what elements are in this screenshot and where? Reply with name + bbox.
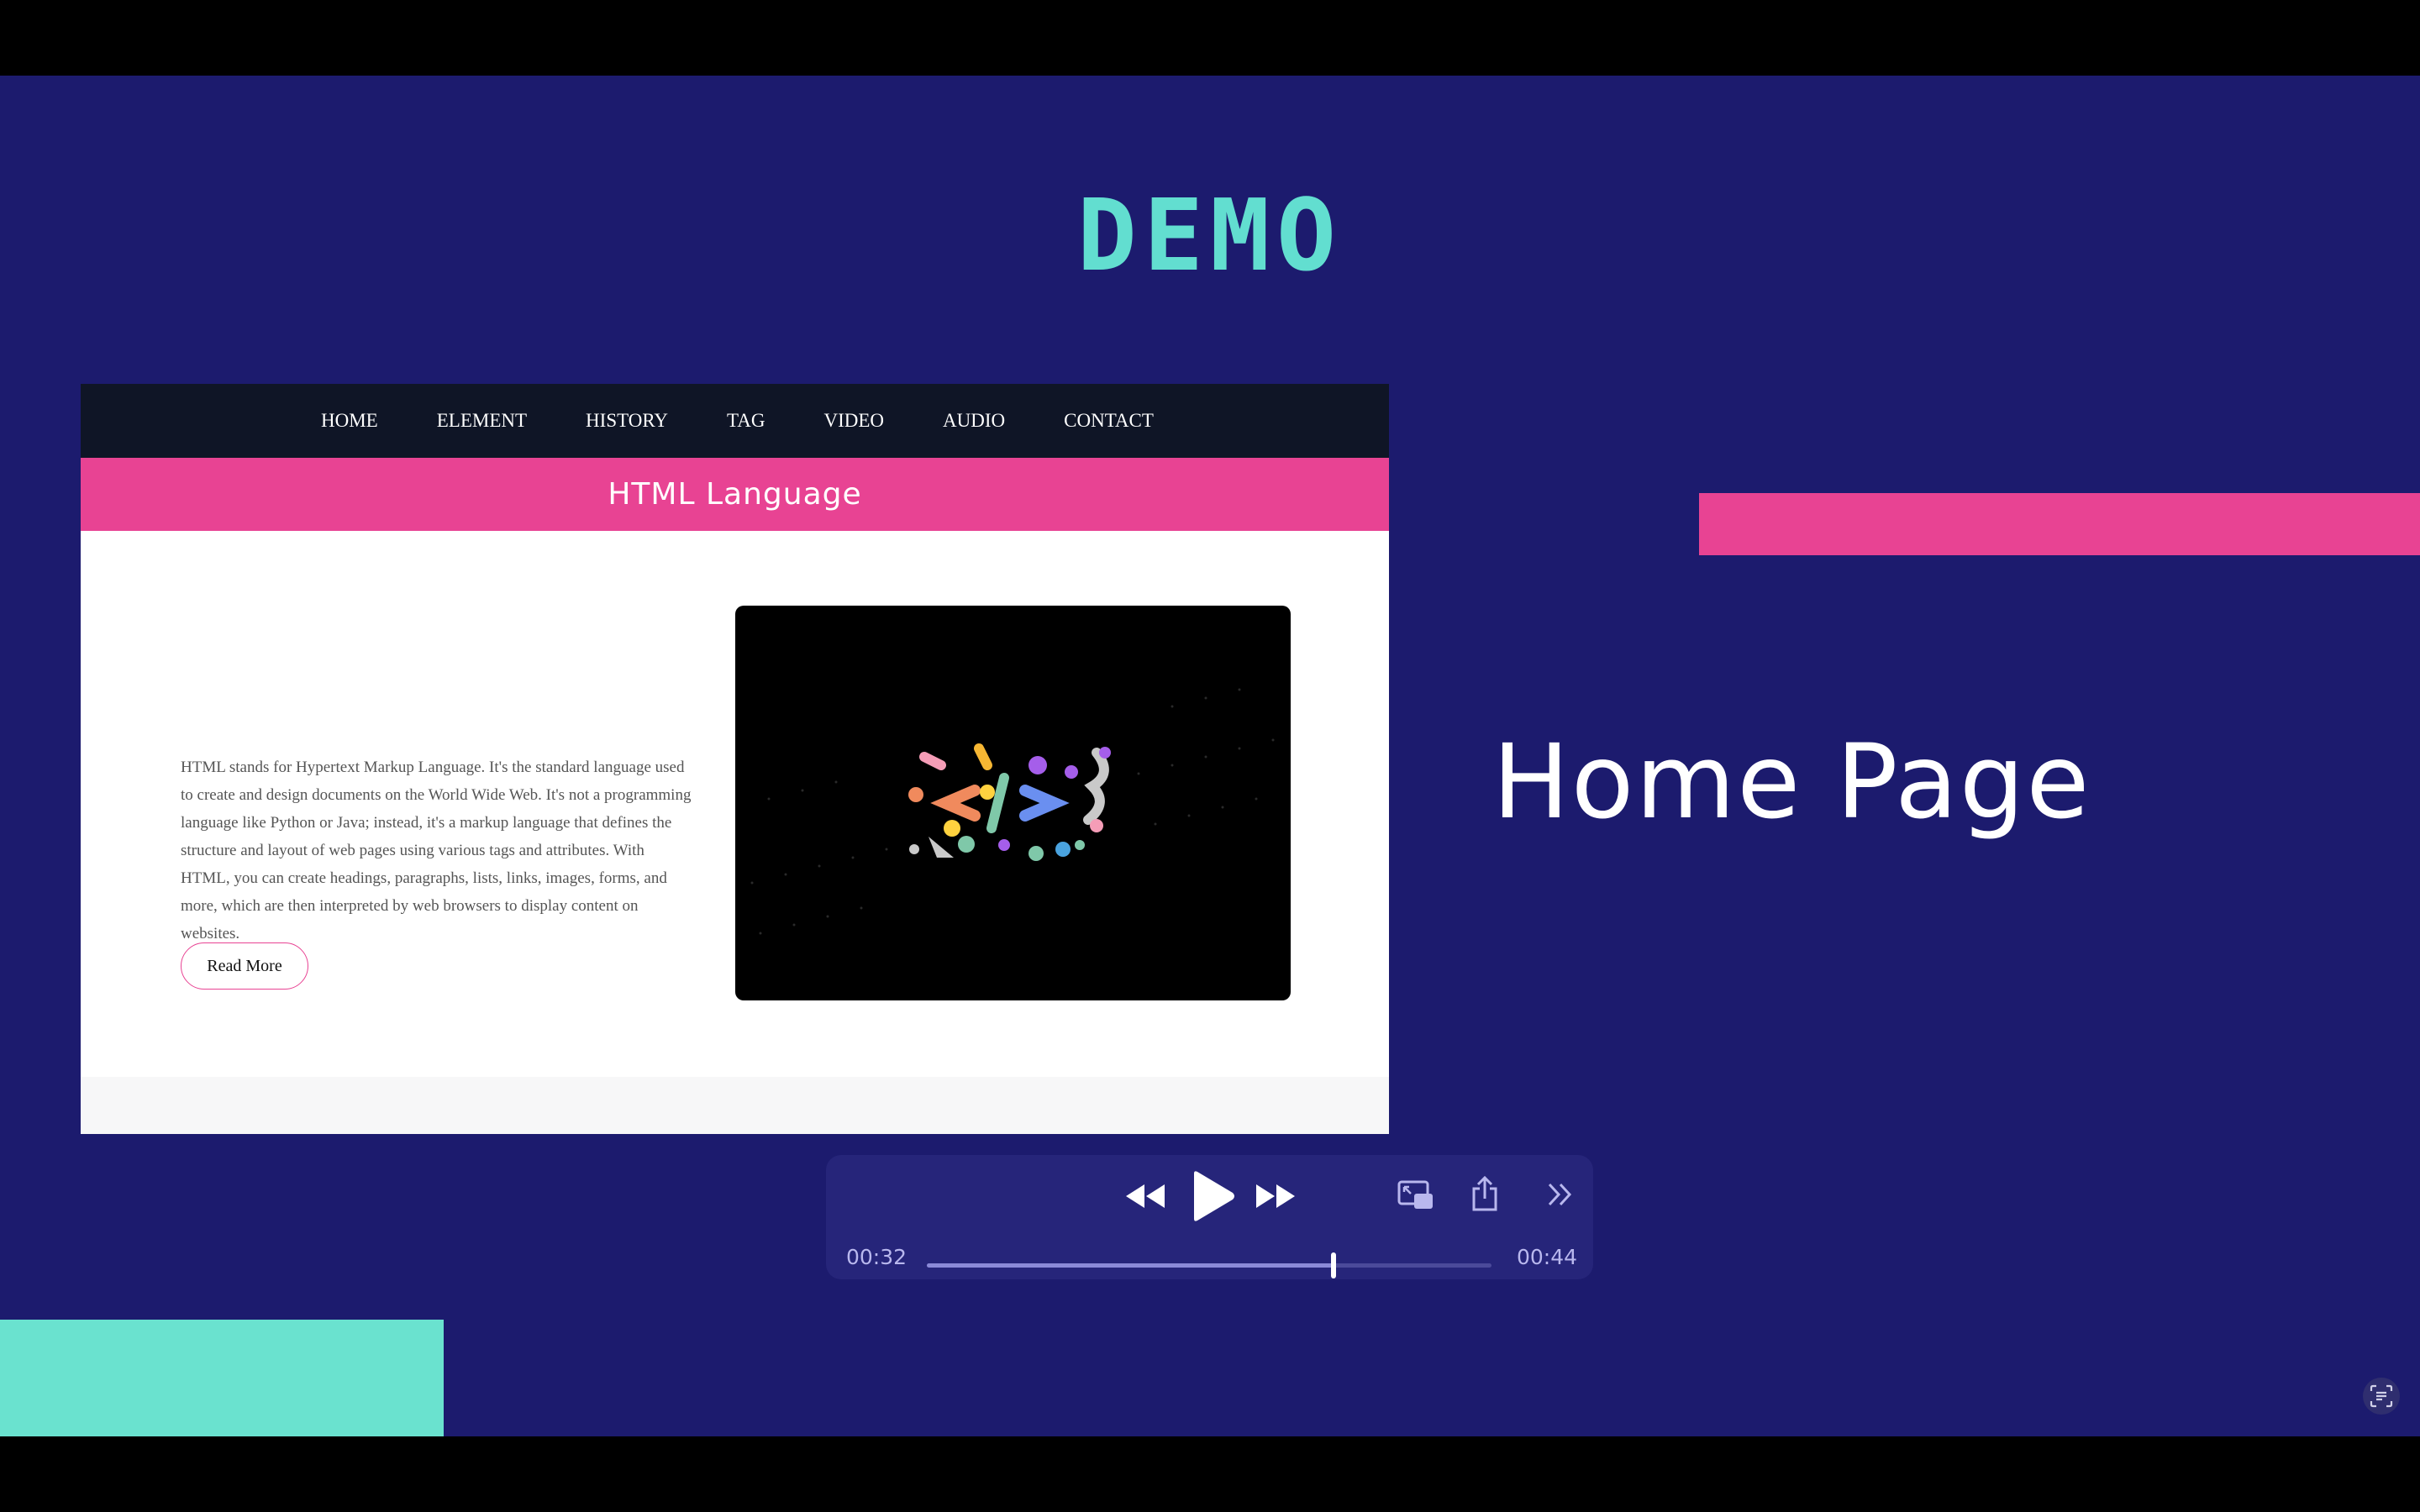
nav-item-video[interactable]: VIDEO (823, 410, 884, 432)
site-video-player[interactable] (735, 606, 1291, 1000)
html-code-illustration-icon (750, 688, 1275, 935)
nav-item-tag[interactable]: TAG (727, 410, 765, 432)
share-icon[interactable] (1470, 1175, 1499, 1212)
slide-title: DEMO (1076, 177, 1344, 293)
website-screenshot: HOME ELEMENT HISTORY TAG VIDEO AUDIO CON… (81, 384, 1389, 1134)
progress-handle[interactable] (1330, 1252, 1336, 1278)
site-footer-strip (81, 1077, 1389, 1134)
progress-slider[interactable] (927, 1252, 1491, 1278)
progress-fill (927, 1263, 1334, 1268)
media-player-controls: 00:32 00:44 (826, 1155, 1593, 1279)
nav-item-audio[interactable]: AUDIO (943, 410, 1005, 432)
nav-item-contact[interactable]: CONTACT (1064, 410, 1154, 432)
play-icon[interactable] (1189, 1170, 1236, 1222)
site-nav-bar: HOME ELEMENT HISTORY TAG VIDEO AUDIO CON… (81, 384, 1389, 458)
pink-accent-bar (1699, 493, 2420, 555)
nav-item-element[interactable]: ELEMENT (437, 410, 527, 432)
read-more-button[interactable]: Read More (181, 942, 308, 990)
rewind-icon[interactable] (1124, 1182, 1166, 1210)
slide-side-label: Home Page (1492, 722, 2091, 842)
nav-item-home[interactable]: HOME (321, 410, 378, 432)
fast-forward-icon[interactable] (1255, 1182, 1297, 1210)
more-chevrons-icon[interactable] (1547, 1182, 1574, 1207)
site-intro-paragraph: HTML stands for Hypertext Markup Languag… (181, 759, 692, 942)
elapsed-time: 00:32 (846, 1245, 908, 1269)
mint-accent-block (0, 1320, 444, 1436)
live-text-icon[interactable] (2363, 1378, 2400, 1415)
nav-item-history[interactable]: HISTORY (586, 410, 668, 432)
presentation-slide: DEMO Home Page HOME ELEMENT HISTORY TAG … (0, 76, 2420, 1436)
site-banner: HTML Language (81, 458, 1389, 531)
picture-in-picture-icon[interactable] (1397, 1180, 1434, 1210)
site-banner-title: HTML Language (608, 477, 862, 512)
remaining-time: 00:44 (1517, 1245, 1578, 1269)
